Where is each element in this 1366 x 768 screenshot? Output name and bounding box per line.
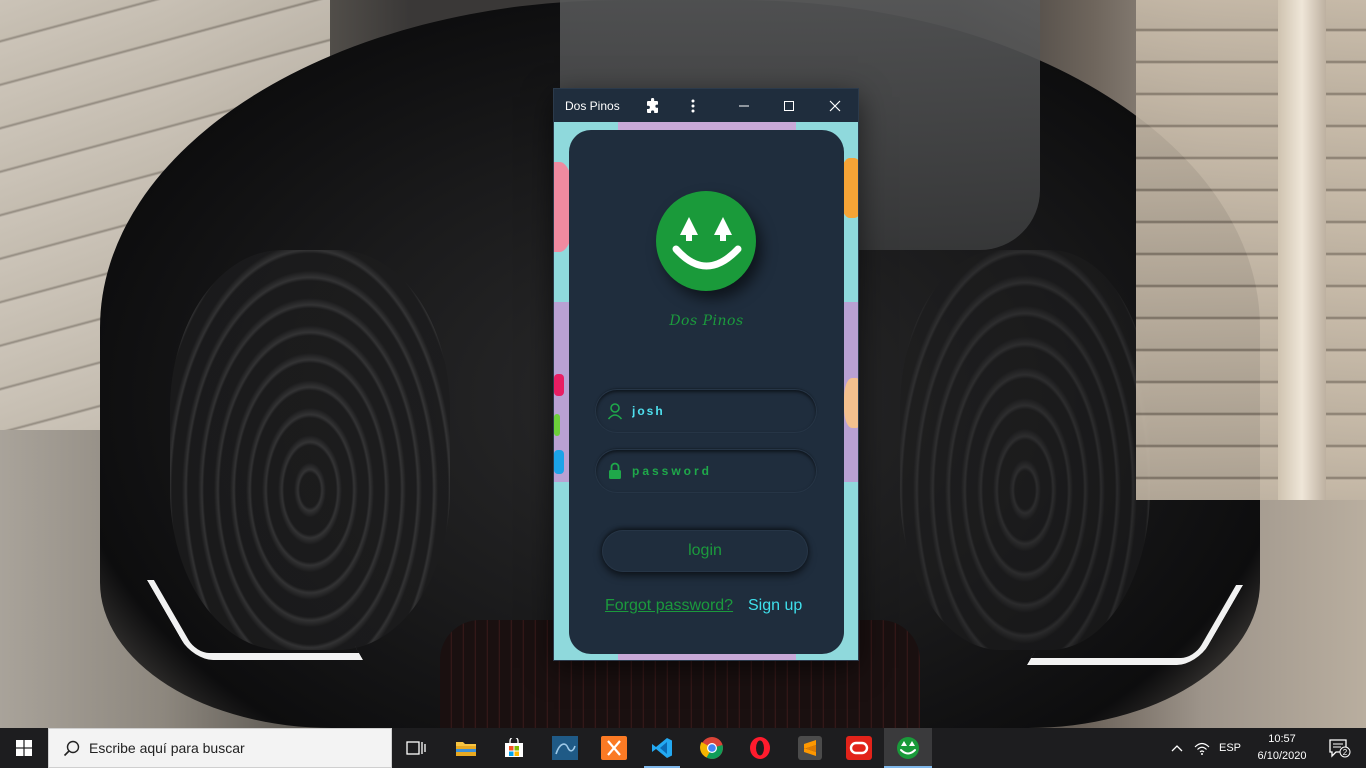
login-card: Dos Pinos login Forgot password? Sign up [569, 130, 844, 654]
candy-decoration [554, 414, 560, 436]
system-clock[interactable]: 10:57 6/10/2020 [1248, 731, 1316, 765]
candy-decoration [554, 450, 564, 474]
user-icon [606, 401, 624, 421]
username-input[interactable] [632, 390, 807, 432]
wallpaper-pipe [1278, 0, 1326, 500]
kebab-icon[interactable] [682, 95, 704, 117]
brand-logotype: Dos Pinos [669, 313, 744, 329]
vscode-icon[interactable] [638, 728, 686, 768]
forgot-password-link[interactable]: Forgot password? [605, 597, 733, 615]
candy-decoration [844, 378, 858, 428]
wallpaper-siding-right [1136, 0, 1366, 500]
language-indicator[interactable]: ESP [1216, 728, 1244, 768]
opera-icon[interactable] [736, 728, 784, 768]
puzzle-icon[interactable] [642, 95, 664, 117]
oracle-icon[interactable] [835, 728, 883, 768]
windows-start-icon[interactable] [0, 728, 48, 768]
smiley-logo-icon [656, 191, 756, 291]
window-title: Dos Pinos [565, 99, 620, 113]
xampp-icon[interactable] [590, 728, 638, 768]
chevron-up-icon[interactable] [1168, 728, 1186, 768]
mysql-workbench-icon[interactable] [541, 728, 589, 768]
password-field[interactable] [596, 450, 816, 492]
dos-pinos-app-icon[interactable] [884, 728, 932, 768]
notification-center-icon[interactable]: 2 [1320, 728, 1360, 768]
username-field[interactable] [596, 390, 816, 432]
auth-links: Forgot password? Sign up [569, 597, 844, 621]
window-content: Dos Pinos login Forgot password? Sign up [554, 122, 858, 660]
candy-decoration [554, 374, 564, 396]
minimize-icon[interactable] [733, 95, 755, 117]
sublime-text-icon[interactable] [786, 728, 834, 768]
store-icon[interactable] [490, 728, 538, 768]
lock-icon [606, 461, 624, 481]
clock-time: 10:57 [1268, 733, 1296, 745]
maximize-icon[interactable] [778, 95, 800, 117]
task-view-icon[interactable] [392, 728, 440, 768]
wifi-icon[interactable] [1192, 728, 1212, 768]
app-window: Dos Pinos Dos Pinos josh login Forgot pa… [554, 89, 858, 660]
login-button[interactable]: login [602, 530, 808, 572]
sign-up-link[interactable]: Sign up [748, 597, 802, 615]
taskbar-search-input[interactable] [89, 729, 379, 767]
file-explorer-icon[interactable] [442, 728, 490, 768]
notification-count: 2 [1343, 748, 1348, 757]
taskbar: ESP 10:57 6/10/2020 2 [0, 728, 1366, 768]
search-icon [62, 739, 82, 759]
clock-date: 6/10/2020 [1257, 750, 1307, 762]
taskbar-search-box[interactable] [48, 728, 392, 768]
password-input[interactable] [632, 450, 807, 492]
title-bar[interactable]: Dos Pinos [554, 89, 858, 122]
chrome-icon[interactable] [688, 728, 736, 768]
close-icon[interactable] [824, 95, 846, 117]
